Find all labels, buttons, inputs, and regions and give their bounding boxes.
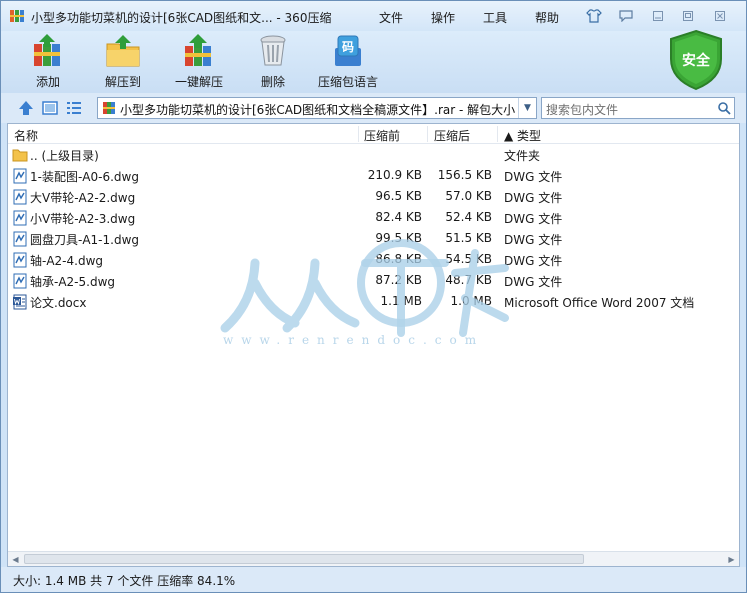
dwg-file-icon xyxy=(13,189,27,205)
column-compressed-before[interactable]: 压缩前 xyxy=(364,127,400,144)
file-name: 轴承-A2-5.dwg xyxy=(30,275,116,289)
file-type: DWG 文件 xyxy=(504,170,563,184)
close-button[interactable] xyxy=(709,7,731,25)
dwg-file-icon xyxy=(13,168,27,184)
dwg-file-icon xyxy=(13,210,27,226)
file-type: DWG 文件 xyxy=(504,191,563,205)
skin-icon[interactable] xyxy=(583,7,605,25)
feedback-icon[interactable] xyxy=(615,7,637,25)
security-label: 安全 xyxy=(682,53,710,69)
app-logo-icon xyxy=(10,10,24,22)
file-name: 圆盘刀具-A1-1.dwg xyxy=(30,233,140,247)
file-name: 大V带轮-A2-2.dwg xyxy=(30,191,136,205)
list-item-parent[interactable]: .. (上级目录) 文件夹 xyxy=(8,145,739,166)
app-window: 小型多功能切菜机的设计[6张CAD图纸和文... - 360压缩 文件 操作 工… xyxy=(0,0,747,593)
search-placeholder: 搜索包内文件 xyxy=(546,103,619,117)
thumbnail-view-icon[interactable] xyxy=(41,99,59,117)
menu-tools[interactable]: 工具 xyxy=(483,9,507,26)
chevron-down-icon[interactable]: ▼ xyxy=(518,98,536,118)
status-text: 大小: 1.4 MB 共 7 个文件 压缩率 84.1% xyxy=(13,574,236,588)
size-before: 82.4 KB xyxy=(375,210,422,224)
path-bar[interactable]: 小型多功能切菜机的设计[6张CAD图纸和文档全稿源文件】.rar - 解包大小 … xyxy=(97,97,537,119)
toolbar: 添加 解压到 一键解压 删除 码 压缩包语言 安全 xyxy=(1,29,746,93)
file-type: 文件夹 xyxy=(504,149,541,163)
file-name: 论文.docx xyxy=(30,296,87,310)
extract-to-label: 解压到 xyxy=(104,75,141,89)
column-divider xyxy=(497,126,498,142)
archive-language-icon: 码 xyxy=(329,33,367,69)
dwg-file-icon xyxy=(13,273,27,289)
list-view-icon[interactable] xyxy=(65,99,83,117)
path-text: 小型多功能切菜机的设计[6张CAD图纸和文档全稿源文件】.rar - 解包大小 xyxy=(120,103,516,117)
column-type[interactable]: ▲ 类型 xyxy=(504,127,541,144)
file-name: 轴-A2-4.dwg xyxy=(30,254,104,268)
size-after: 156.5 KB xyxy=(437,168,492,182)
archive-language-button[interactable]: 码 压缩包语言 xyxy=(315,33,381,91)
list-header: 名称 压缩前 压缩后 ▲ 类型 xyxy=(8,124,739,144)
size-before: 210.9 KB xyxy=(367,168,422,182)
file-name: .. (上级目录) xyxy=(30,149,99,163)
column-compressed-after[interactable]: 压缩后 xyxy=(434,127,470,144)
search-input[interactable]: 搜索包内文件 xyxy=(541,97,735,119)
column-name[interactable]: 名称 xyxy=(14,127,38,144)
title-bar: 小型多功能切菜机的设计[6张CAD图纸和文... - 360压缩 文件 操作 工… xyxy=(1,1,746,31)
archive-language-label: 压缩包语言 xyxy=(317,75,378,89)
column-divider xyxy=(427,126,428,142)
scroll-right-icon[interactable]: ▶ xyxy=(724,552,739,566)
dwg-file-icon xyxy=(13,231,27,247)
status-bar: 大小: 1.4 MB 共 7 个文件 压缩率 84.1% xyxy=(1,567,746,592)
extract-folder-icon xyxy=(104,33,142,69)
delete-button[interactable]: 删除 xyxy=(253,33,293,91)
minimize-button[interactable] xyxy=(647,7,669,25)
size-after: 52.4 KB xyxy=(445,210,492,224)
archive-icon xyxy=(103,102,115,114)
one-click-extract-button[interactable]: 一键解压 xyxy=(171,33,227,91)
security-badge[interactable]: 安全 xyxy=(667,29,725,91)
list-item[interactable]: 1-装配图-A0-6.dwg 210.9 KB 156.5 KB DWG 文件 xyxy=(8,166,739,187)
add-button[interactable]: 添加 xyxy=(27,33,69,91)
file-name: 1-装配图-A0-6.dwg xyxy=(30,170,139,184)
horizontal-scrollbar[interactable]: ◀ ▶ xyxy=(8,551,739,566)
delete-label: 删除 xyxy=(260,75,285,89)
scroll-left-icon[interactable]: ◀ xyxy=(8,552,23,566)
svg-text:码: 码 xyxy=(342,40,354,54)
file-name: 小V带轮-A2-3.dwg xyxy=(30,212,136,226)
window-title: 小型多功能切菜机的设计[6张CAD图纸和文... - 360压缩 xyxy=(31,11,332,25)
one-click-extract-label: 一键解压 xyxy=(174,75,223,89)
menu-file[interactable]: 文件 xyxy=(379,9,403,26)
one-click-extract-icon xyxy=(180,33,218,69)
size-after: 57.0 KB xyxy=(445,189,492,203)
menu-help[interactable]: 帮助 xyxy=(535,9,559,26)
word-doc-icon xyxy=(13,294,27,310)
list-item[interactable]: 大V带轮-A2-2.dwg 96.5 KB 57.0 KB DWG 文件 xyxy=(8,187,739,208)
extract-to-button[interactable]: 解压到 xyxy=(101,33,145,91)
scrollbar-thumb[interactable] xyxy=(24,554,584,564)
dwg-file-icon xyxy=(13,252,27,268)
menu-operate[interactable]: 操作 xyxy=(431,9,455,26)
navigation-bar: 小型多功能切菜机的设计[6张CAD图纸和文档全稿源文件】.rar - 解包大小 … xyxy=(1,93,746,123)
trash-icon xyxy=(254,33,292,69)
watermark-url: www.renrendoc.com xyxy=(223,333,485,347)
column-divider xyxy=(358,126,359,142)
folder-icon xyxy=(12,149,28,162)
file-type: Microsoft Office Word 2007 文档 xyxy=(504,296,695,310)
up-arrow-icon[interactable] xyxy=(17,99,35,117)
maximize-button[interactable] xyxy=(677,7,699,25)
add-label: 添加 xyxy=(35,75,60,89)
search-icon[interactable] xyxy=(717,101,731,115)
size-before: 96.5 KB xyxy=(375,189,422,203)
add-books-icon xyxy=(29,33,67,69)
